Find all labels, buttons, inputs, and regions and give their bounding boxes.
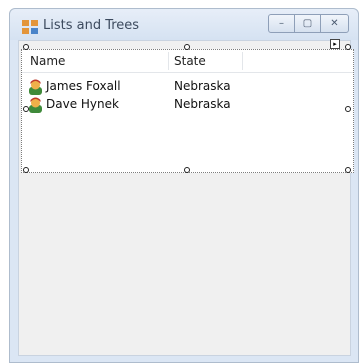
form-icon [22,20,38,34]
resize-handle-bottom-left[interactable] [23,167,29,173]
resize-handle-right[interactable] [345,106,351,112]
title-bar[interactable]: Lists and Trees – ▢ ✕ [10,9,358,40]
list-item[interactable]: Dave Hynek Nebraska [28,96,328,114]
resize-handle-left[interactable] [23,106,29,112]
form-window: Lists and Trees – ▢ ✕ Name State James F… [9,8,359,363]
list-view[interactable]: Name State James Foxall Nebraska Dave Hy… [21,49,354,173]
column-header-state[interactable]: State [174,50,206,72]
item-name: Dave Hynek [46,97,119,111]
list-item[interactable]: James Foxall Nebraska [28,78,328,96]
column-separator[interactable] [242,52,243,70]
minimize-icon: – [279,18,284,29]
form-client-area: Name State James Foxall Nebraska Dave Hy… [18,40,354,356]
caption-buttons: – ▢ ✕ [268,14,349,33]
column-header-name[interactable]: Name [30,50,65,72]
list-header: Name State [22,50,353,73]
resize-handle-top-left[interactable] [23,44,29,50]
resize-handle-bottom[interactable] [184,167,190,173]
maximize-button[interactable]: ▢ [294,14,321,33]
close-button[interactable]: ✕ [320,14,349,33]
window-title: Lists and Trees [43,18,140,33]
close-icon: ✕ [330,18,339,29]
item-state: Nebraska [174,79,231,93]
column-separator[interactable] [168,52,169,70]
person-icon [29,97,42,113]
person-icon [29,79,42,95]
resize-handle-top-right[interactable] [345,44,351,50]
resize-handle-top[interactable] [184,44,190,50]
smart-tag-button[interactable]: ▸ [330,39,340,49]
resize-handle-bottom-right[interactable] [345,167,351,173]
maximize-icon: ▢ [302,18,313,29]
item-state: Nebraska [174,97,231,111]
item-name: James Foxall [46,79,121,93]
minimize-button[interactable]: – [268,14,295,33]
